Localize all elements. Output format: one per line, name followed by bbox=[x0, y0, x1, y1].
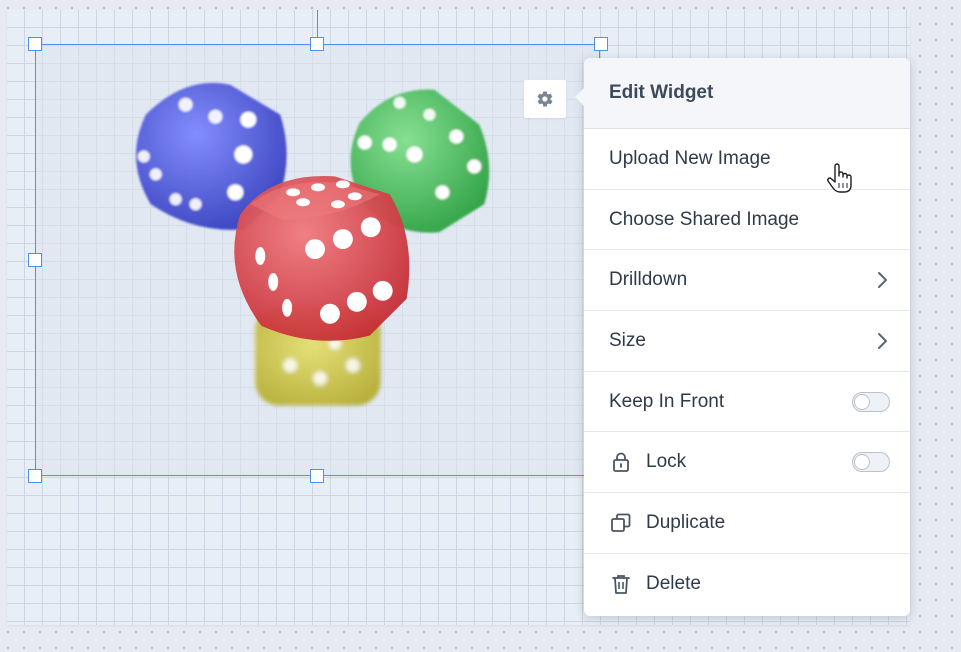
resize-handle-bottom[interactable] bbox=[310, 469, 324, 483]
menu-item-label: Lock bbox=[646, 451, 687, 473]
chevron-right-icon bbox=[878, 332, 887, 349]
choose-shared-image-item[interactable]: Choose Shared Image bbox=[584, 190, 910, 251]
lock-item: Lock bbox=[584, 432, 910, 494]
hand-pointer-cursor-icon bbox=[827, 163, 852, 193]
trash-icon bbox=[609, 572, 633, 596]
delete-item[interactable]: Delete bbox=[584, 554, 910, 615]
chevron-right-icon bbox=[878, 272, 887, 289]
size-item[interactable]: Size bbox=[584, 311, 910, 372]
menu-item-label: Choose Shared Image bbox=[609, 208, 800, 230]
dice-image bbox=[135, 82, 490, 406]
resize-handle-top-left[interactable] bbox=[28, 37, 42, 51]
menu-item-label: Delete bbox=[646, 573, 701, 595]
menu-item-label: Drilldown bbox=[609, 269, 688, 291]
upload-new-image-item[interactable]: Upload New Image bbox=[584, 129, 910, 190]
resize-handle-left[interactable] bbox=[28, 253, 42, 267]
lock-toggle[interactable] bbox=[852, 452, 890, 473]
keep-in-front-toggle[interactable] bbox=[852, 391, 890, 412]
resize-handle-top-right[interactable] bbox=[594, 37, 608, 51]
keep-in-front-item: Keep In Front bbox=[584, 372, 910, 433]
gear-icon bbox=[537, 91, 553, 107]
duplicate-item[interactable]: Duplicate bbox=[584, 493, 910, 554]
menu-title: Edit Widget bbox=[584, 58, 910, 129]
lock-icon bbox=[609, 450, 633, 474]
widget-settings-button[interactable] bbox=[524, 80, 566, 118]
menu-item-label: Size bbox=[609, 329, 646, 351]
menu-item-label: Duplicate bbox=[646, 511, 726, 533]
red-die bbox=[234, 176, 410, 341]
drilldown-item[interactable]: Drilldown bbox=[584, 250, 910, 312]
resize-handle-bottom-left[interactable] bbox=[28, 469, 42, 483]
edit-widget-menu: Edit Widget Upload New Image Choose Shar… bbox=[575, 58, 910, 616]
resize-handle-top[interactable] bbox=[310, 37, 324, 51]
image-widget[interactable] bbox=[35, 44, 600, 476]
duplicate-icon bbox=[609, 511, 633, 535]
menu-item-label: Keep In Front bbox=[609, 390, 725, 412]
